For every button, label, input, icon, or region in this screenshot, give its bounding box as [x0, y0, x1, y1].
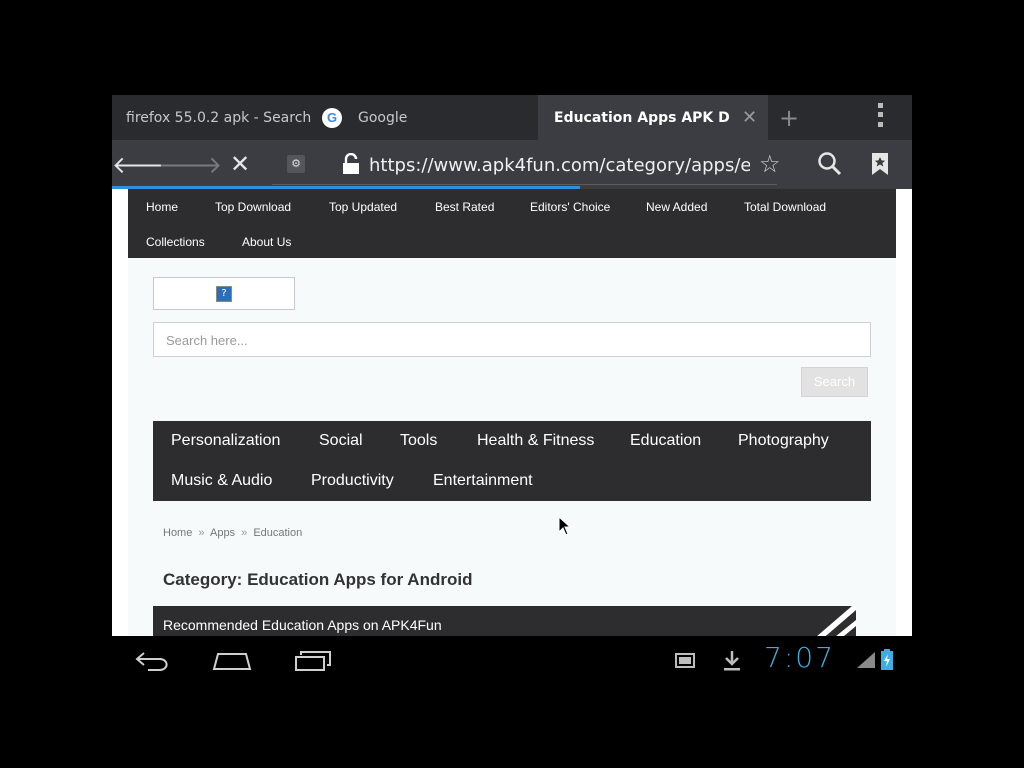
bookmark-icon[interactable]: [870, 152, 890, 180]
site-top-nav: Home Top Download Top Updated Best Rated…: [128, 189, 896, 258]
nav-collections[interactable]: Collections: [146, 235, 205, 249]
nav-total-download[interactable]: Total Download: [744, 200, 826, 214]
tab-label: firefox 55.0.2 apk - Search: [126, 109, 312, 126]
breadcrumb-separator: »: [241, 527, 248, 539]
page-title: Category: Education Apps for Android: [163, 570, 473, 589]
nav-top-updated[interactable]: Top Updated: [329, 200, 397, 214]
breadcrumb-home[interactable]: Home: [163, 527, 192, 539]
browser-toolbar: 🡐 🡒 ✕ ⚙ https://www.apk4fun.com/category…: [112, 140, 912, 188]
breadcrumb-education: Education: [253, 527, 303, 539]
stop-icon[interactable]: ✕: [223, 148, 257, 180]
battery-icon: [880, 649, 894, 675]
back-arrow-icon[interactable]: 🡐: [112, 148, 176, 180]
site-identity-icon[interactable]: ⚙: [287, 155, 305, 173]
category-social[interactable]: Social: [319, 432, 363, 450]
star-icon[interactable]: ☆: [759, 150, 781, 178]
recommended-header: Recommended Education Apps on APK4Fun: [153, 606, 856, 636]
category-productivity[interactable]: Productivity: [311, 472, 394, 490]
banner-image[interactable]: ?: [153, 277, 295, 310]
tab-label: Google: [358, 109, 408, 126]
category-photography[interactable]: Photography: [738, 432, 829, 450]
tab-strip: firefox 55.0.2 apk - Search G Google Edu…: [112, 95, 912, 140]
category-music-audio[interactable]: Music & Audio: [171, 472, 272, 490]
page-content: Home Top Download Top Updated Best Rated…: [128, 189, 896, 636]
category-menu: Personalization Social Tools Health & Fi…: [153, 421, 871, 501]
broken-image-icon: ?: [216, 286, 232, 302]
stripe-decoration: [817, 606, 856, 636]
recommended-heading: Recommended Education Apps on APK4Fun: [163, 617, 442, 633]
category-personalization[interactable]: Personalization: [171, 432, 280, 450]
mouse-cursor: [558, 515, 572, 540]
nav-new-added[interactable]: New Added: [646, 200, 707, 214]
nav-editors-choice[interactable]: Editors' Choice: [530, 200, 610, 214]
screenshot-icon: [674, 652, 696, 674]
tab-firefox-search[interactable]: firefox 55.0.2 apk - Search: [126, 95, 316, 140]
search-button[interactable]: Search: [801, 367, 868, 397]
nav-about-us[interactable]: About Us: [242, 235, 291, 249]
google-icon: G: [322, 107, 342, 128]
signal-icon: [857, 652, 875, 672]
overflow-menu-icon[interactable]: [870, 101, 890, 129]
search-icon[interactable]: [817, 151, 843, 181]
recent-apps-icon[interactable]: [294, 650, 332, 676]
search-input[interactable]: Search here...: [153, 322, 871, 357]
category-tools[interactable]: Tools: [400, 432, 437, 450]
category-health-fitness[interactable]: Health & Fitness: [477, 432, 594, 450]
back-icon[interactable]: [134, 650, 170, 676]
nav-top-download[interactable]: Top Download: [215, 200, 291, 214]
breadcrumb: Home » Apps » Education: [163, 527, 305, 539]
tab-education-apps[interactable]: Education Apps APK Dow... ✕: [538, 95, 768, 140]
url-text[interactable]: https://www.apk4fun.com/category/apps/ed…: [369, 155, 750, 176]
forward-arrow-icon[interactable]: 🡒: [158, 148, 222, 180]
url-bar[interactable]: ⚙ https://www.apk4fun.com/category/apps/…: [272, 150, 781, 185]
breadcrumb-apps[interactable]: Apps: [210, 527, 235, 539]
breadcrumb-separator: »: [198, 527, 205, 539]
category-education[interactable]: Education: [630, 432, 701, 450]
tab-google[interactable]: G Google: [312, 95, 532, 140]
close-icon[interactable]: ✕: [742, 107, 757, 128]
download-icon: [722, 650, 742, 676]
lock-icon: [342, 152, 360, 179]
nav-home[interactable]: Home: [146, 200, 178, 214]
web-page: Home Top Download Top Updated Best Rated…: [112, 189, 912, 636]
home-icon[interactable]: [212, 650, 252, 676]
plus-icon[interactable]: +: [768, 95, 810, 140]
status-clock: 7:07: [764, 641, 835, 674]
category-entertainment[interactable]: Entertainment: [433, 472, 533, 490]
tab-label: Education Apps APK Dow...: [554, 109, 729, 126]
nav-best-rated[interactable]: Best Rated: [435, 200, 494, 214]
